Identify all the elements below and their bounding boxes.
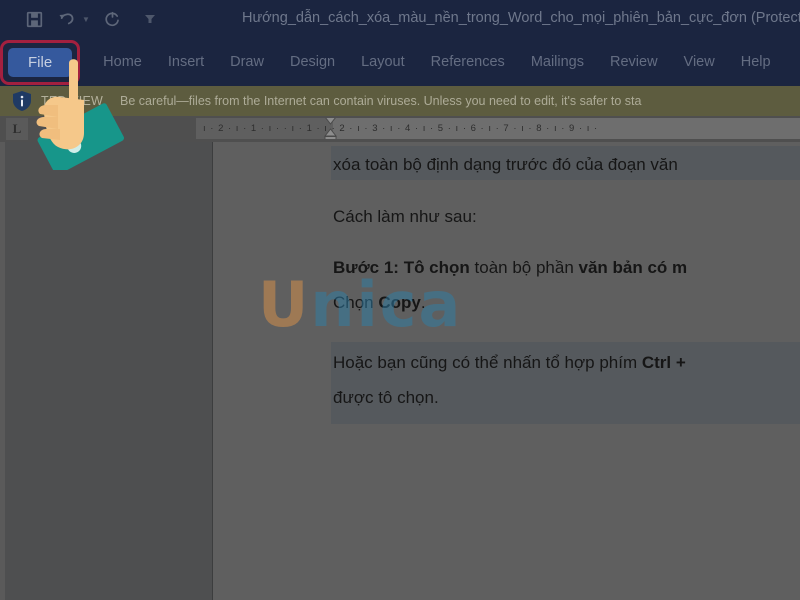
tab-design[interactable]: Design [277,48,348,76]
window-title: Hướng_dẫn_cách_xóa_màu_nền_trong_Word_ch… [242,10,800,26]
paragraph-6-text: được tô chọn. [333,388,439,407]
paragraph-6: được tô chọn. [333,385,439,411]
paragraph-1: xóa toàn bộ định dạng trước đó của đoạn … [333,152,678,178]
quick-access-toolbar: ▼ [0,9,160,29]
paragraph-5-shortcut: Hoặc bạn cũng có thể nhấn tổ hợp phím Ct… [333,350,686,376]
paragraph-2-text: Cách làm như sau: [333,207,477,226]
title-bar: ▼ Hướng_dẫn_cách_xóa_màu_nền_trong_Word_… [0,0,800,38]
paragraph-4-pre: Chọn [333,293,378,312]
left-navigation-pane [5,142,213,600]
paragraph-3-bold-tail: văn bản có m [579,258,688,277]
horizontal-ruler[interactable]: ı · 2 · ı · 1 · ı · · ı · 1 · ı · 2 · ı … [196,118,800,139]
tab-references[interactable]: References [418,48,518,76]
paragraph-1-text: xóa toàn bộ định dạng trước đó của đoạn … [333,155,678,174]
paragraph-3-bold-lead: Bước 1: Tô chọn [333,258,470,277]
document-page[interactable]: xóa toàn bộ định dạng trước đó của đoạn … [213,142,800,600]
undo-icon[interactable] [57,9,77,29]
paragraph-5-pre: Hoặc bạn cũng có thể nhấn tổ hợp phím [333,353,642,372]
paragraph-4-post: . [421,293,426,312]
redo-icon[interactable] [103,9,123,29]
tab-review[interactable]: Review [597,48,671,76]
tab-draw[interactable]: Draw [217,48,277,76]
tab-insert[interactable]: Insert [155,48,217,76]
paragraph-4-bold: Copy [378,293,421,312]
paragraph-3-mid: toàn bộ phần [470,258,579,277]
paragraph-2: Cách làm như sau: [333,204,477,230]
undo-dropdown-icon[interactable]: ▼ [82,15,90,24]
document-area[interactable]: xóa toàn bộ định dạng trước đó của đoạn … [213,142,800,600]
tab-view[interactable]: View [671,48,728,76]
customize-quick-access-icon[interactable] [140,9,160,29]
tab-layout[interactable]: Layout [348,48,418,76]
tab-mailings[interactable]: Mailings [518,48,597,76]
save-icon[interactable] [24,9,44,29]
paragraph-5-bold: Ctrl + [642,353,686,372]
indent-marker-icon[interactable] [324,118,337,139]
paragraph-4-copy: Chọn Copy. [333,290,426,316]
pointing-hand-cursor [22,55,152,170]
protected-view-message: Be careful—files from the Internet can c… [120,94,641,108]
ruler-ticks: ı · 2 · ı · 1 · ı · · ı · 1 · ı · 2 · ı … [203,123,598,134]
paragraph-3-step1: Bước 1: Tô chọn toàn bộ phần văn bản có … [333,255,687,281]
tab-help[interactable]: Help [728,48,784,76]
